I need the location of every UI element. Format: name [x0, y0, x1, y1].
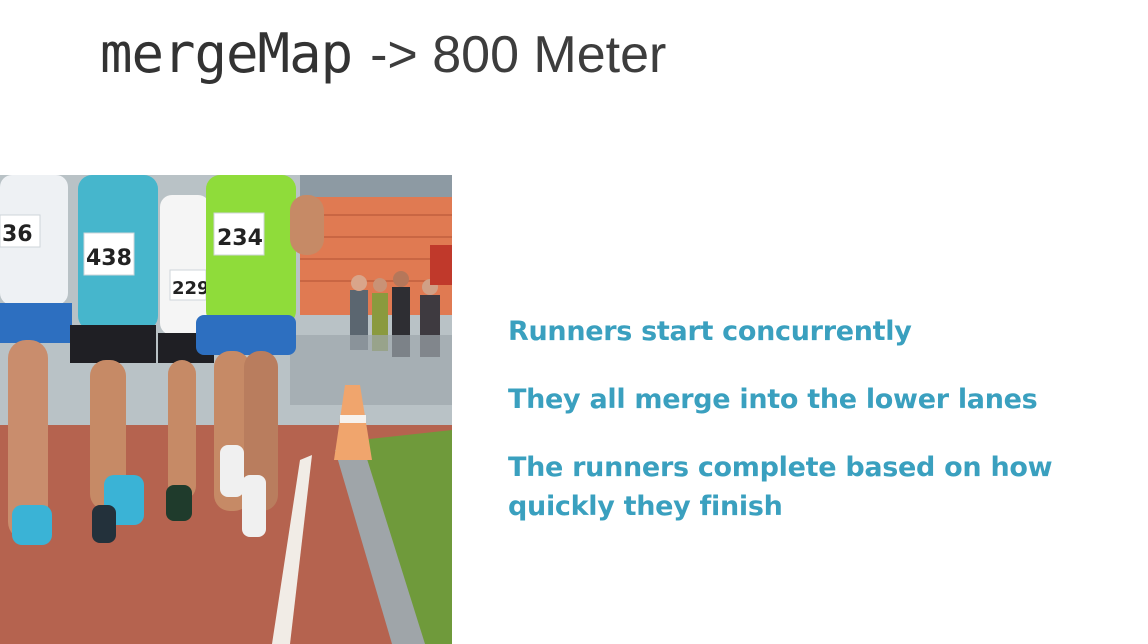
svg-text:36: 36 [2, 222, 33, 247]
svg-text:229: 229 [172, 278, 210, 299]
bullet-item: Runners start concurrently [508, 316, 912, 347]
svg-text:438: 438 [86, 246, 132, 271]
bullet-list: Runners start concurrently They all merg… [508, 312, 1108, 555]
railing [290, 335, 452, 405]
runners-photo: 36 438 229 234 [0, 175, 452, 644]
bullet-item: The runners complete based on how quickl… [508, 452, 1053, 522]
slide: mergeMap -> 800 Meter 36 438 229 234 Run… [0, 0, 1148, 644]
bullet-item: They all merge into the lower lanes [508, 384, 1038, 415]
runners-illustration: 36 438 229 234 [0, 175, 452, 644]
title-text: -> 800 Meter [370, 26, 667, 84]
svg-text:234: 234 [217, 226, 263, 251]
slide-title: mergeMap -> 800 Meter [100, 22, 666, 92]
stadium-roof [300, 175, 452, 197]
title-code-text: mergeMap [100, 22, 353, 85]
